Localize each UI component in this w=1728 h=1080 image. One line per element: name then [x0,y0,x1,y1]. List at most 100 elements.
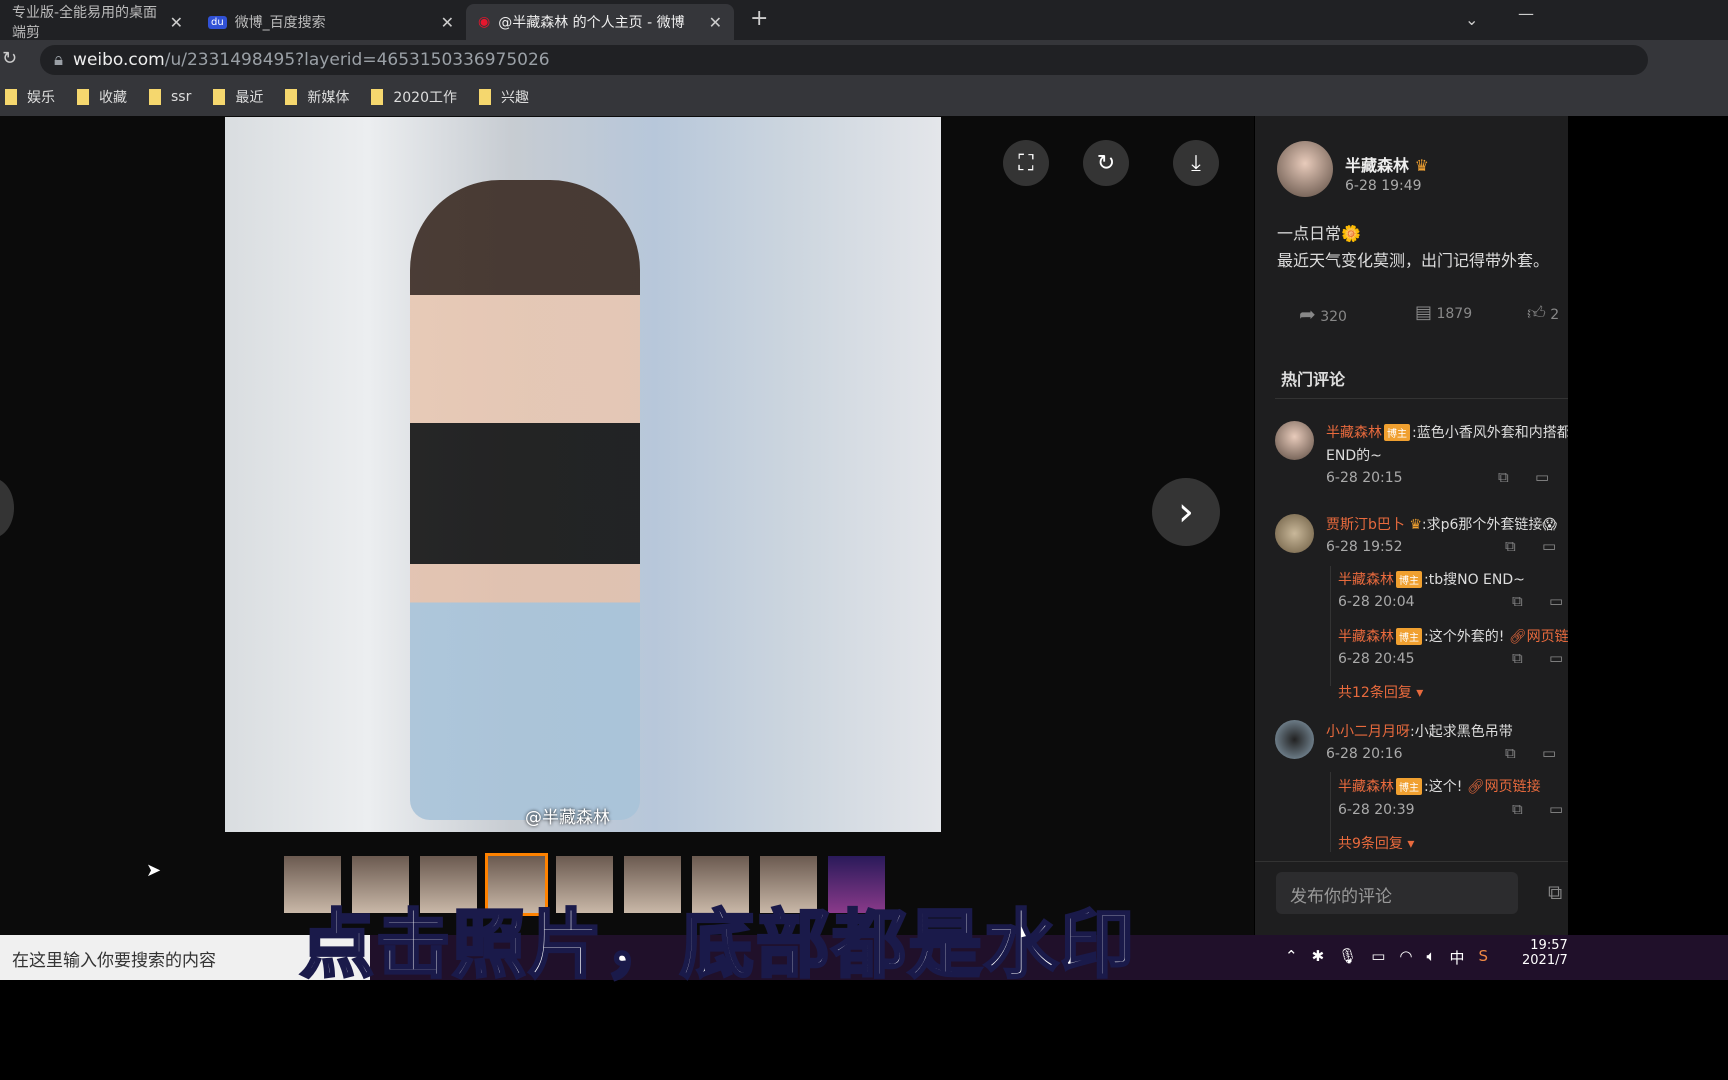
tab-editor[interactable]: 专业版-全能易用的桌面端剪 ✕ [0,4,195,41]
avatar[interactable] [1275,720,1314,759]
tab-baidu[interactable]: du 微博_百度搜索 ✕ [196,4,466,40]
clock[interactable]: 19:57 2021/7 [1522,938,1568,968]
tray-chevron-icon[interactable]: ⌃ [1285,947,1298,968]
close-icon[interactable]: ✕ [709,13,722,32]
reply-time: 6-28 20:39 [1338,802,1415,818]
reply-icon[interactable]: ▭ [1542,744,1556,762]
reply-name[interactable]: 半藏森林 [1338,779,1394,795]
share-icon[interactable]: ⧉ [1512,592,1523,610]
weibo-icon: ◉ [478,14,491,30]
avatar[interactable] [1275,421,1314,460]
link-label: 网页链接 [1484,779,1541,795]
photo-subject [410,180,640,820]
reply-name[interactable]: 半藏森林 [1338,629,1394,645]
repost-icon[interactable]: ➦ [1299,302,1316,326]
reload-icon[interactable]: ↻ [2,48,17,69]
commenter-name[interactable]: 贾斯汀b巴卜 [1326,517,1405,533]
sogou-icon[interactable]: S [1479,947,1489,968]
divider [1255,861,1568,862]
more-replies-label: 共12条回复 [1338,685,1412,701]
comment-text: END的~ [1326,448,1382,464]
folder-icon [77,89,89,105]
rotate-button[interactable]: ↻ [1083,140,1129,186]
comment-icon[interactable]: ▤ [1415,302,1432,323]
share-icon[interactable]: ⧉ [1548,880,1562,904]
battery-icon[interactable]: ▭ [1371,947,1385,968]
post-text: 最近天气变化莫测，出门记得带外套。 [1277,251,1550,270]
minimize-button[interactable]: — [1518,4,1534,23]
folder-icon [213,89,226,105]
tab-weibo[interactable]: ◉ @半藏森林 的个人主页 - 微博 ✕ [466,4,734,40]
bookmark-label: 兴趣 [500,90,529,106]
avatar[interactable] [1275,514,1314,553]
post-text: 一点日常🌼 [1277,224,1361,243]
microphone-icon[interactable]: 🎙︎ [1338,947,1357,968]
reply-thread-line [1330,566,1331,686]
tray-app-icon[interactable]: ✱ [1312,947,1325,968]
reply-time: 6-28 20:04 [1338,594,1415,610]
commenter-name[interactable]: 小小二月月呀 [1326,724,1410,740]
web-link[interactable]: 🔗︎网页链接 [1467,779,1541,795]
comment-input[interactable]: 发布你的评论 [1276,872,1518,914]
bookmark[interactable]: 兴趣 [478,87,529,107]
share-icon[interactable]: ⧉ [1512,800,1523,818]
close-icon[interactable]: ✕ [170,13,183,32]
web-link[interactable]: 🔗︎网页链接 [1509,629,1568,645]
reply-icon[interactable]: ▭ [1535,468,1549,486]
comment-time: 6-28 20:16 [1326,746,1403,762]
next-image-button[interactable]: › [1152,478,1220,546]
hot-comments-heading: 热门评论 [1281,370,1346,389]
tab-title: @半藏森林 的个人主页 - 微博 [498,15,685,31]
post-detail-panel: 半藏森林 ♛ 6-28 19:49 一点日常🌼 最近天气变化莫测，出门记得带外套… [1255,116,1568,935]
share-icon[interactable]: ⧉ [1498,468,1509,486]
avatar[interactable] [1277,141,1333,197]
comment-text: :蓝色小香风外套和内搭都是 [1412,425,1568,441]
bookmark[interactable]: ssr [149,89,191,105]
wifi-icon[interactable]: ◠ [1399,947,1412,968]
bookmark[interactable]: 娱乐 [5,87,55,107]
download-button[interactable]: ⤓ [1173,140,1219,186]
comment-time: 6-28 19:52 [1326,539,1403,555]
address-bar[interactable]: 🔒︎ weibo.com/u/2331498495?layerid=4653150… [40,45,1648,75]
volume-icon[interactable]: 🔈︎ [1426,947,1435,968]
reply-icon[interactable]: ▭ [1542,537,1556,555]
close-icon[interactable]: ✕ [441,13,454,32]
share-icon[interactable]: ⧉ [1505,537,1516,555]
post-author[interactable]: 半藏森林 [1345,156,1409,175]
reply-name[interactable]: 半藏森林 [1338,572,1394,588]
commenter-name[interactable]: 半藏森林 [1326,425,1382,441]
bookmark-label: ssr [171,89,192,105]
share-icon[interactable]: ⧉ [1505,744,1516,762]
reply-text: :tb搜NO END~ [1424,572,1525,588]
mouse-cursor: ➤ [146,860,162,881]
post-time: 6-28 19:49 [1345,178,1422,194]
bookmark[interactable]: 收藏 [77,87,127,107]
bookmarks-bar: 娱乐 收藏 ssr 最近 新媒体 2020工作 兴趣 [0,78,1728,116]
tab-search-icon[interactable]: ⌄ [1465,10,1478,29]
comment-time: 6-28 20:15 [1326,470,1403,486]
comment-text: :小起求黑色吊带 [1410,724,1513,740]
fullscreen-button[interactable]: ⛶ [1003,140,1049,186]
share-icon[interactable]: ⧉ [1512,649,1523,667]
folder-icon [478,89,491,105]
more-replies-button[interactable]: 共9条回复 ▾ [1338,833,1414,853]
like-count: 2 [1550,307,1560,323]
more-replies-label: 共9条回复 [1338,836,1403,852]
crown-icon: ♛ [1414,156,1429,175]
reply-thread-line [1330,772,1331,852]
bookmark[interactable]: 最近 [213,87,263,107]
crown-icon: ♛ [1409,517,1422,533]
author-badge: 博主 [1396,778,1422,795]
repost-count: 320 [1320,309,1347,325]
bookmark[interactable]: 2020工作 [371,87,457,107]
new-tab-button[interactable]: + [750,6,768,31]
reply-icon[interactable]: ▭ [1549,649,1563,667]
bookmark[interactable]: 新媒体 [285,87,349,107]
reply-icon[interactable]: ▭ [1549,800,1563,818]
more-replies-button[interactable]: 共12条回复 ▾ [1338,682,1423,702]
reply-icon[interactable]: ▭ [1549,592,1563,610]
ime-indicator[interactable]: 中 [1450,947,1465,968]
like-icon[interactable]: 👍︎ [1527,303,1546,324]
reply-text: :这个! [1424,779,1463,795]
reply-time: 6-28 20:45 [1338,651,1415,667]
